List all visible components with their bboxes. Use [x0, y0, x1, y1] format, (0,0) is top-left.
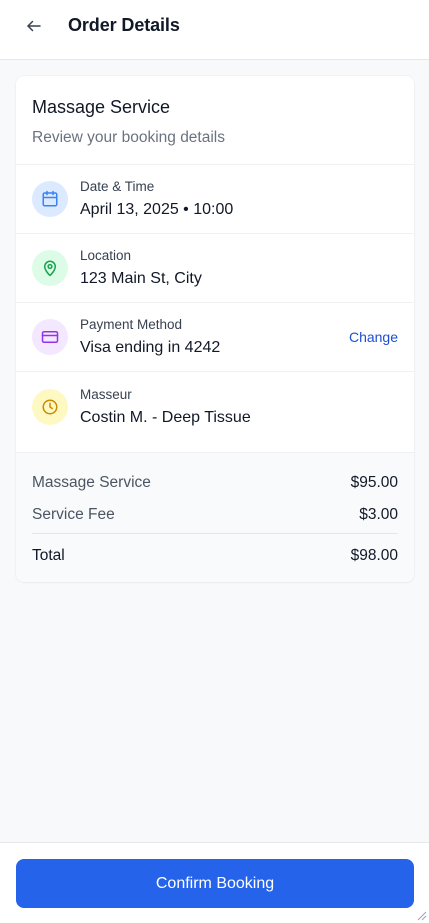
masseur-text: Masseur Costin M. - Deep Tissue [80, 386, 251, 428]
arrow-left-icon [27, 20, 41, 32]
app-header: Order Details [0, 0, 429, 60]
back-button[interactable] [20, 12, 48, 40]
location-value: 123 Main St, City [80, 270, 202, 287]
footer-bar: Confirm Booking [0, 842, 429, 923]
card-header: Massage Service Review your booking deta… [16, 76, 414, 165]
summary-line-label: Service Fee [32, 506, 115, 523]
booking-card: Massage Service Review your booking deta… [16, 76, 414, 582]
summary-line-label: Massage Service [32, 474, 151, 491]
resize-grip-icon[interactable] [415, 909, 427, 921]
total-label: Total [32, 547, 65, 564]
payment-value: Visa ending in 4242 [80, 339, 221, 356]
detail-row-location: Location 123 Main St, City [16, 234, 414, 303]
detail-row-masseur: Masseur Costin M. - Deep Tissue [16, 372, 414, 441]
summary-line-fee: Service Fee $3.00 [32, 506, 398, 524]
date-time-text: Date & Time April 13, 2025 • 10:00 [80, 178, 233, 220]
location-label: Location [80, 248, 132, 263]
payment-icon-badge [32, 319, 68, 355]
summary-line-amount: $3.00 [359, 506, 398, 523]
masseur-label: Masseur [80, 386, 132, 402]
summary-line-amount: $95.00 [350, 474, 398, 491]
confirm-booking-button[interactable]: Confirm Booking [16, 859, 414, 908]
detail-row-date-time: Date & Time April 13, 2025 • 10:00 [16, 165, 414, 234]
date-time-label: Date & Time [80, 179, 155, 194]
summary-line-service: Massage Service $95.00 [32, 474, 398, 492]
service-title: Massage Service [32, 97, 171, 117]
summary-total: Total $98.00 [32, 547, 398, 565]
price-summary: Massage Service $95.00 Service Fee $3.00… [16, 452, 414, 582]
clock-icon [42, 399, 58, 414]
masseur-icon-badge [32, 388, 68, 425]
location-icon-badge [32, 250, 68, 286]
total-amount: $98.00 [350, 547, 398, 564]
order-details-screen: Order Details Massage Service Review you… [0, 0, 429, 923]
summary-divider [32, 533, 398, 534]
calendar-icon [42, 190, 58, 207]
location-text: Location 123 Main St, City [80, 247, 202, 289]
masseur-value: Costin M. - Deep Tissue [80, 408, 251, 426]
credit-card-icon [41, 331, 59, 343]
payment-text: Payment Method Visa ending in 4242 [80, 316, 220, 358]
payment-label: Payment Method [80, 317, 183, 332]
date-time-icon-badge [32, 181, 68, 217]
change-payment-link[interactable]: Change [349, 329, 398, 345]
page-title: Order Details [68, 15, 180, 35]
detail-row-payment: Payment Method Visa ending in 4242 Chang… [16, 303, 414, 372]
date-time-value: April 13, 2025 • 10:00 [80, 201, 234, 218]
service-subtitle: Review your booking details [32, 129, 225, 146]
map-pin-icon [44, 260, 56, 277]
